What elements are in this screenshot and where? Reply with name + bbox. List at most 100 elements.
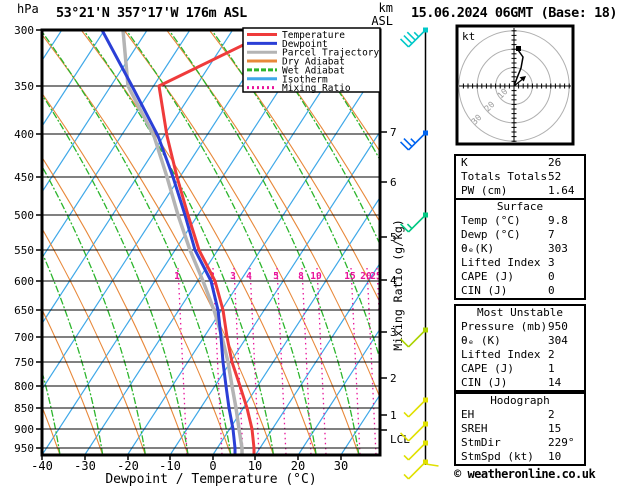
asl-unit-label: ASL [371, 14, 393, 28]
copyright-text: © weatheronline.co.uk [454, 467, 596, 481]
pressure-tick-label: 350 [14, 80, 34, 93]
stat-row: SREH 15 [456, 422, 584, 436]
stat-label: Lifted Index [461, 256, 541, 269]
temp-tick-label: -20 [117, 459, 139, 473]
stat-row: StmSpd (kt) 10 [456, 450, 584, 464]
stat-row: Pressure (mb) 950 [456, 320, 584, 334]
stat-label: CIN (J) [461, 284, 508, 297]
pressure-tick-label: 950 [14, 442, 34, 455]
datetime-title: 15.06.2024 06GMT (Base: 18) [411, 5, 617, 21]
hodograph-table: Hodograph EH 2 SREH 15 StmDir 229° StmSpd (kt) 1… [454, 392, 586, 466]
mixing-ratio-label: 3 [230, 271, 236, 282]
stat-row: EH 2 [456, 408, 584, 422]
stat-section-title: Surface [496, 200, 544, 213]
temp-tick-label: 20 [291, 459, 305, 473]
legend: TemperatureDewpointParcel TrajectoryDry … [242, 27, 381, 94]
stat-label: CIN (J) [461, 376, 508, 389]
wind-barb [403, 459, 439, 480]
pressure-tick-label: 900 [14, 423, 34, 436]
stat-value: 1.64 [548, 184, 575, 197]
wind-barb-marker [423, 421, 428, 427]
stat-value: 2 [548, 408, 555, 421]
stat-value: 14 [548, 376, 562, 389]
stat-row: StmDir 229° [456, 436, 584, 450]
hodograph-unit-label: kt [462, 30, 475, 43]
stat-value: 2 [548, 348, 555, 361]
km-tick-label: 6 [390, 176, 397, 189]
stat-row: θₑ (K) 304 [456, 334, 584, 348]
temp-tick-label: -30 [74, 459, 96, 473]
mixing-ratio-label: 15 [344, 271, 356, 282]
km-tick-label: 2 [390, 372, 397, 385]
stat-section-title: Hodograph [490, 394, 550, 407]
temp-tick-label: 0 [209, 459, 216, 473]
wind-barb-marker [423, 212, 428, 218]
temp-tick-label: -10 [159, 459, 181, 473]
temp-tick-label: -40 [31, 459, 53, 473]
stat-label: θₑ (K) [461, 334, 501, 347]
stat-value: 10 [548, 450, 562, 463]
mixing-ratio-axis-title: Mixing Ratio (g/kg) [391, 219, 405, 351]
mixing-ratio-label: 8 [298, 271, 304, 282]
stat-label: StmSpd (kt) [461, 450, 534, 463]
wind-barb-column [399, 27, 439, 480]
stat-label: K [461, 156, 468, 169]
hodograph: kt102030 [455, 24, 575, 146]
station-title: 53°21'N 357°17'W 176m ASL [56, 5, 247, 21]
wind-barb [403, 397, 428, 418]
pressure-tick-label: 500 [14, 209, 34, 222]
hodograph-trace-endpoint [516, 46, 521, 51]
stat-label: SREH [461, 422, 488, 435]
wind-barb-marker [423, 27, 428, 33]
pressure-tick-label: 450 [14, 171, 34, 184]
pressure-tick-label: 850 [14, 402, 34, 415]
km-axis-labels: 7654321LCLMixing Ratio (g/kg) [380, 126, 410, 446]
stat-row: θₑ(K) 303 [456, 242, 584, 256]
indices-table: K 26 Totals Totals 52 PW (cm) 1.64 [454, 154, 586, 200]
stat-label: CAPE (J) [461, 270, 514, 283]
temp-tick-label: 30 [334, 459, 348, 473]
stat-value: 0 [548, 284, 555, 297]
temperature-curve [157, 30, 275, 455]
stat-section-title: Most Unstable [476, 306, 564, 319]
stat-value: 304 [548, 334, 568, 347]
stat-label: Dewp (°C) [461, 228, 521, 241]
legend-label: Mixing Ratio [282, 83, 351, 94]
pressure-tick-label: 700 [14, 331, 34, 344]
wind-barb-marker [423, 440, 428, 446]
stat-label: θₑ(K) [461, 242, 495, 255]
pressure-tick-label: 400 [14, 128, 34, 141]
stat-row: Dewp (°C) 7 [456, 228, 584, 242]
pressure-tick-label: 800 [14, 380, 34, 393]
pressure-axis-labels: 300 350 400 450 500 550 600 650 700 750 800 850 900 9… [14, 24, 42, 455]
stat-label: Lifted Index [461, 348, 541, 361]
skewt-sounding-page: 1 2 3 4 5 8 10 15 20 25 300 350 400 450 500 550 600 650 70… [0, 0, 629, 486]
mixing-ratio-label: 10 [310, 271, 322, 282]
mixing-ratio-label: 4 [246, 271, 252, 282]
wind-barb [399, 421, 428, 442]
stat-row: Lifted Index 3 [456, 256, 584, 270]
stat-row: Totals Totals 52 [456, 170, 584, 184]
stat-row: CIN (J) 14 [456, 376, 584, 390]
mixing-ratio-label: 5 [273, 271, 279, 282]
stat-value: 1 [548, 362, 555, 375]
stat-value: 229° [548, 436, 575, 449]
temp-tick-label: 10 [248, 459, 262, 473]
pressure-unit-label: hPa [17, 2, 39, 16]
wind-barb [399, 27, 428, 48]
wind-barb-marker [423, 130, 428, 136]
mixing-ratio-label: 1 [174, 271, 180, 282]
stat-value: 26 [548, 156, 562, 169]
most-unstable-table: Most Unstable Pressure (mb) 950 θₑ (K) 304 Li… [454, 304, 586, 392]
stat-row: Lifted Index 2 [456, 348, 584, 362]
dry-adiabat-line [42, 33, 275, 455]
stat-label: Totals Totals [461, 170, 548, 183]
stat-label: CAPE (J) [461, 362, 514, 375]
stat-label: Pressure (mb) [461, 320, 548, 333]
wind-barb [399, 130, 428, 151]
km-tick-label: 1 [390, 409, 397, 422]
dry-adiabat-line [80, 30, 317, 455]
temp-axis-labels: -40 -30 -20 -10 0 10 20 30 Dewpoint / Temperatur… [31, 455, 348, 486]
stat-value: 0 [548, 270, 555, 283]
stat-row: Temp (°C) 9.8 [456, 214, 584, 228]
